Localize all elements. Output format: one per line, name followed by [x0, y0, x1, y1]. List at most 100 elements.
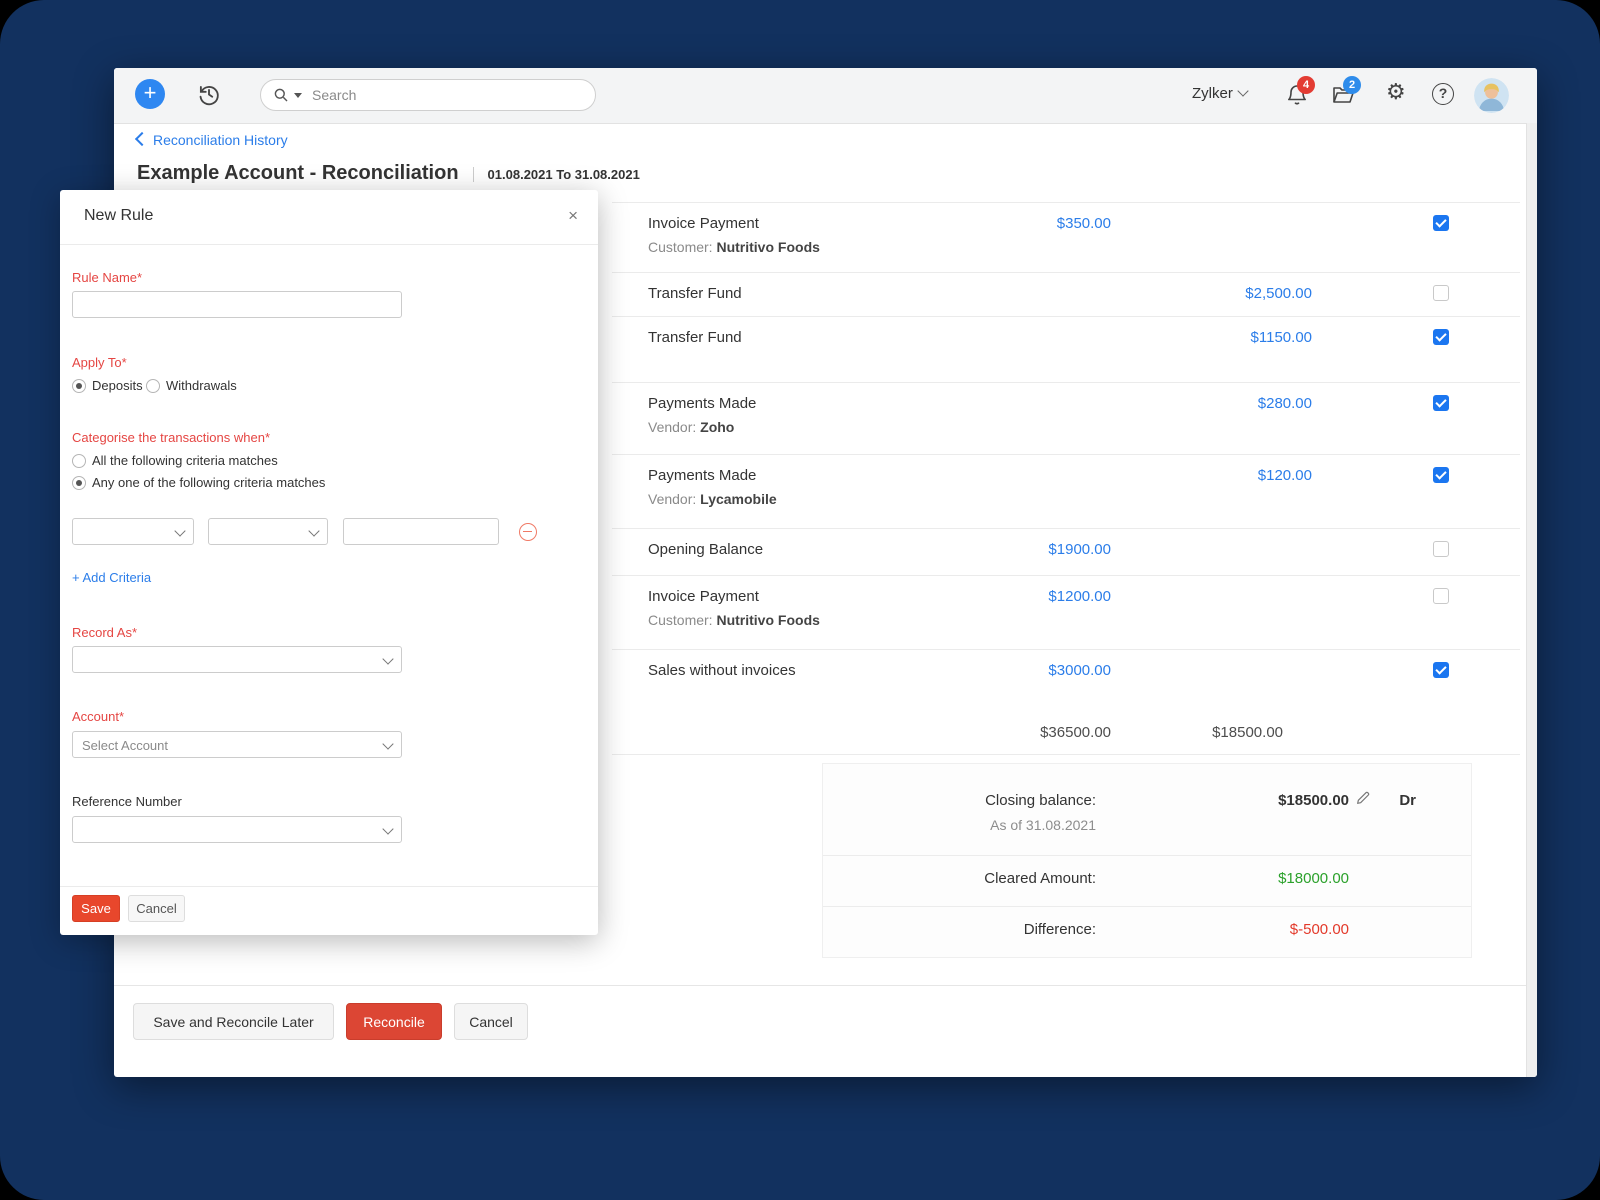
row-amount: $1900.00	[1048, 541, 1111, 558]
radio-icon	[72, 476, 86, 490]
row-amount: $280.00	[1258, 395, 1312, 412]
reconcile-button[interactable]: Reconcile	[346, 1003, 442, 1040]
org-switcher[interactable]: Zylker	[1192, 85, 1247, 102]
search-input[interactable]	[310, 86, 583, 104]
reference-number-label: Reference Number	[72, 794, 182, 809]
record-as-label: Record As*	[72, 625, 137, 640]
chevron-down-icon	[382, 823, 393, 834]
table-row: Opening Balance $1900.00	[612, 529, 1520, 576]
edit-pencil-icon[interactable]	[1355, 790, 1371, 806]
closing-balance-row: Closing balance: As of 31.08.2021 $18500…	[823, 764, 1471, 856]
row-checkbox[interactable]	[1433, 215, 1449, 231]
cleared-amount-row: Cleared Amount: $18000.00	[823, 856, 1471, 907]
help-icon[interactable]: ?	[1432, 83, 1454, 105]
chevron-down-icon	[308, 525, 319, 536]
row-amount: $1150.00	[1251, 329, 1312, 346]
row-checkbox[interactable]	[1433, 395, 1449, 411]
search-box[interactable]	[260, 79, 596, 111]
new-rule-modal: New Rule × Rule Name* Apply To* Deposits…	[60, 190, 598, 935]
page-title: Example Account - Reconciliation	[137, 162, 459, 185]
documents-button[interactable]: 2	[1331, 83, 1355, 107]
radio-icon	[72, 379, 86, 393]
radio-icon	[146, 379, 160, 393]
modal-cancel-button[interactable]: Cancel	[128, 895, 185, 922]
chevron-down-icon	[382, 653, 393, 664]
closing-balance-value: $18500.00	[1278, 792, 1349, 809]
difference-row: Difference: $-500.00	[823, 907, 1471, 957]
apply-to-withdrawals-radio[interactable]: Withdrawals	[146, 378, 237, 393]
back-chevron-icon	[135, 132, 149, 146]
rule-name-label: Rule Name*	[72, 270, 142, 285]
topbar: + Zylker 4	[114, 68, 1537, 124]
table-row: Sales without invoices $3000.00	[612, 650, 1520, 710]
criteria-all-radio[interactable]: All the following criteria matches	[72, 453, 278, 468]
row-checkbox[interactable]	[1433, 329, 1449, 345]
search-icon	[273, 87, 289, 103]
screenshot-stage: + Zylker 4	[0, 0, 1600, 1200]
row-amount: $1200.00	[1048, 588, 1111, 605]
close-icon[interactable]: ×	[564, 202, 582, 230]
criteria-any-radio[interactable]: Any one of the following criteria matche…	[72, 475, 325, 490]
footer-divider	[114, 985, 1537, 986]
chevron-down-icon	[174, 525, 185, 536]
modal-header: New Rule ×	[60, 190, 598, 245]
table-row: Invoice Payment Customer: Nutritivo Food…	[612, 203, 1520, 273]
search-scope-caret-icon[interactable]	[294, 93, 302, 98]
apply-to-label: Apply To*	[72, 355, 127, 370]
row-checkbox[interactable]	[1433, 285, 1449, 301]
criteria-field-select[interactable]	[72, 518, 194, 545]
documents-count-badge: 2	[1343, 76, 1361, 94]
as-of-date: As of 31.08.2021	[985, 817, 1096, 833]
quick-create-button[interactable]: +	[135, 79, 165, 109]
breadcrumb[interactable]: Reconciliation History	[137, 132, 288, 148]
notifications-button[interactable]: 4	[1285, 83, 1309, 107]
chevron-down-icon	[1237, 85, 1248, 96]
account-label: Account*	[72, 709, 124, 724]
transactions-table: Invoice Payment Customer: Nutritivo Food…	[612, 202, 1520, 203]
recent-history-icon[interactable]	[196, 81, 222, 107]
reference-number-select[interactable]	[72, 816, 402, 843]
table-row: Invoice Payment Customer: Nutritivo Food…	[612, 576, 1520, 650]
apply-to-deposits-radio[interactable]: Deposits	[72, 378, 143, 393]
table-row: Transfer Fund $2,500.00	[612, 273, 1520, 317]
table-row: Payments Made Vendor: Zoho $280.00	[612, 383, 1520, 455]
record-as-select[interactable]	[72, 646, 402, 673]
row-amount: $350.00	[1057, 215, 1111, 232]
radio-icon	[72, 454, 86, 468]
cancel-button[interactable]: Cancel	[454, 1003, 528, 1040]
window-scrollbar[interactable]	[1526, 123, 1537, 1077]
cleared-amount-value: $18000.00	[1278, 870, 1349, 887]
user-avatar[interactable]	[1474, 78, 1509, 113]
notification-count-badge: 4	[1297, 76, 1315, 94]
row-checkbox[interactable]	[1433, 662, 1449, 678]
withdrawal-total: $18500.00	[1212, 724, 1283, 741]
table-totals-row: $36500.00 $18500.00	[612, 710, 1520, 755]
add-criteria-link[interactable]: + Add Criteria	[72, 570, 151, 585]
difference-value: $-500.00	[1290, 921, 1349, 938]
modal-footer-divider	[60, 886, 598, 887]
modal-title: New Rule	[84, 207, 153, 225]
criteria-value-input[interactable]	[343, 518, 499, 545]
modal-save-button[interactable]: Save	[72, 895, 120, 922]
row-amount: $120.00	[1258, 467, 1312, 484]
table-row: Payments Made Vendor: Lycamobile $120.00	[612, 455, 1520, 529]
categorise-label: Categorise the transactions when*	[72, 430, 270, 445]
rule-name-input[interactable]	[72, 291, 402, 318]
remove-criteria-icon[interactable]	[519, 523, 537, 541]
row-amount: $2,500.00	[1245, 285, 1312, 302]
table-row: Transfer Fund $1150.00	[612, 317, 1520, 383]
criteria-comparator-select[interactable]	[208, 518, 328, 545]
row-amount: $3000.00	[1048, 662, 1111, 679]
save-reconcile-later-button[interactable]: Save and Reconcile Later	[133, 1003, 334, 1040]
row-checkbox[interactable]	[1433, 588, 1449, 604]
row-checkbox[interactable]	[1433, 541, 1449, 557]
row-checkbox[interactable]	[1433, 467, 1449, 483]
dr-indicator: Dr	[1399, 792, 1416, 809]
date-range: 01.08.2021 To 31.08.2021	[473, 167, 640, 182]
account-select[interactable]: Select Account	[72, 731, 402, 758]
page-title-row: Example Account - Reconciliation 01.08.2…	[137, 162, 640, 185]
reconcile-summary-panel: Closing balance: As of 31.08.2021 $18500…	[822, 763, 1472, 958]
settings-gear-icon[interactable]: ⚙	[1386, 81, 1410, 105]
chevron-down-icon	[382, 738, 393, 749]
deposit-total: $36500.00	[1040, 724, 1111, 741]
